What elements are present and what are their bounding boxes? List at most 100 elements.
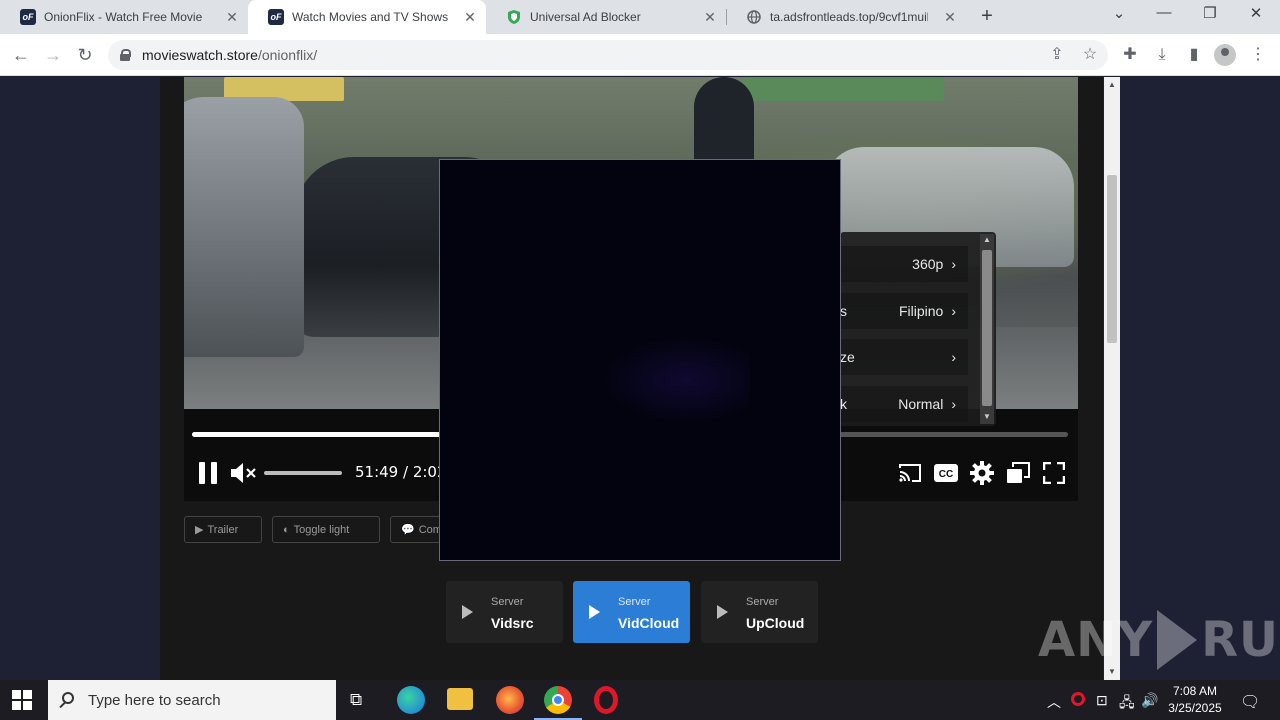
clock-time: 7:08 AM (1172, 684, 1218, 698)
share-icon[interactable]: ⇪ (1046, 44, 1068, 66)
settings-menu-scroll-thumb[interactable] (982, 250, 992, 406)
network-icon[interactable]: 🖧 (1119, 692, 1135, 716)
settings-quality-row[interactable]: 360p › (840, 246, 968, 282)
tab-ad-blocker[interactable]: Universal Ad Blocker ✕ (486, 0, 726, 34)
browser-toolbar: ← → ↻ movieswatch.store/onionflix/ ⇪ ☆ ✚… (0, 34, 1280, 76)
trailer-button[interactable]: ▶ Trailer (184, 516, 262, 543)
side-panel-icon[interactable]: ▮ (1183, 44, 1205, 66)
close-tab-icon[interactable]: ✕ (702, 9, 718, 26)
profile-avatar-icon[interactable] (1214, 44, 1236, 66)
url-path: /onionflix/ (257, 47, 318, 63)
watermark-play-icon (1157, 610, 1198, 670)
chevron-right-icon: › (951, 256, 956, 272)
video-scene-car (184, 97, 304, 357)
cast-icon[interactable] (897, 460, 923, 486)
server-name: VidCloud (618, 615, 680, 631)
menu-row-label: k (840, 396, 847, 412)
tray-device-icon[interactable]: ⊡ (1096, 692, 1108, 709)
search-icon (62, 692, 74, 704)
tab-search-icon[interactable]: ⌄ (1107, 4, 1131, 22)
server-name: UpCloud (746, 615, 805, 631)
chrome-icon[interactable] (534, 686, 582, 720)
toggle-light-button[interactable]: ◐ Toggle light (272, 516, 380, 543)
menu-row-value: Normal (898, 396, 944, 412)
address-bar[interactable]: movieswatch.store/onionflix/ (108, 40, 1108, 70)
close-tab-icon[interactable]: ✕ (942, 9, 958, 26)
youtube-icon: ▶ (195, 524, 204, 536)
volume-icon[interactable]: 🔊 (1141, 692, 1158, 709)
notifications-icon[interactable]: 🗨 (1240, 692, 1260, 712)
chevron-right-icon: › (951, 396, 956, 412)
onionflix-favicon-icon: oF (268, 9, 284, 25)
server-name: Vidsrc (491, 615, 534, 631)
trailer-label: Trailer (207, 523, 239, 536)
settings-playback-row[interactable]: k Normal › (840, 386, 968, 422)
taskbar-search-box[interactable]: Type here to search (48, 680, 336, 720)
close-window-icon[interactable]: ✕ (1244, 4, 1268, 22)
extensions-icon[interactable]: ✚ (1119, 44, 1141, 66)
fullscreen-icon[interactable] (1041, 460, 1067, 486)
tab-title: Universal Ad Blocker (530, 10, 641, 24)
watermark-left-text: ANY (1038, 612, 1154, 668)
page-right-gutter (1120, 77, 1280, 680)
server-option-upcloud[interactable]: Server UpCloud (701, 581, 818, 643)
muted-volume-icon[interactable] (230, 462, 258, 484)
ad-popup-overlay[interactable] (439, 159, 841, 561)
watermark-right-text: RUN (1201, 612, 1280, 668)
onionflix-favicon-icon: oF (20, 9, 36, 25)
menu-row-value: Filipino (898, 303, 944, 319)
forward-icon[interactable]: → (42, 44, 64, 66)
restore-icon[interactable]: ❐ (1198, 4, 1222, 22)
menu-row-label: ze (840, 349, 855, 365)
scroll-down-icon[interactable]: ▼ (983, 412, 991, 421)
volume-slider[interactable] (264, 471, 342, 475)
scroll-up-icon[interactable]: ▲ (1107, 80, 1117, 89)
reload-icon[interactable]: ↻ (74, 44, 96, 66)
windows-taskbar: Type here to search ⧉ ︿ ⊡ 🖧 🔊 7:08 AM 3/… (0, 680, 1280, 720)
new-tab-button[interactable]: + (977, 5, 997, 28)
pause-button[interactable] (198, 462, 218, 484)
tray-opera-icon[interactable] (1071, 692, 1085, 706)
minimize-icon[interactable]: — (1152, 4, 1176, 21)
page-scroll-thumb[interactable] (1107, 175, 1117, 343)
picture-in-picture-icon[interactable] (1005, 460, 1031, 486)
tray-overflow-chevron-icon[interactable]: ︿ (1047, 692, 1061, 712)
timecode: 51:49 / 2:02: (355, 463, 452, 481)
menu-row-label: s (840, 303, 847, 319)
scroll-up-icon[interactable]: ▲ (983, 235, 991, 244)
captions-icon[interactable]: CC (933, 460, 959, 486)
close-tab-icon[interactable]: ✕ (224, 9, 240, 26)
settings-menu-scrollbar[interactable]: ▲ ▼ (980, 234, 994, 424)
page-scrollbar[interactable]: ▲ ▼ (1104, 77, 1120, 680)
menu-kebab-icon[interactable]: ⋮ (1247, 44, 1269, 66)
bookmark-star-icon[interactable]: ☆ (1079, 44, 1101, 66)
edge-browser-icon[interactable] (397, 686, 425, 714)
server-caption: Server (746, 596, 779, 608)
firefox-icon[interactable] (496, 686, 524, 714)
tab-ad-redirect[interactable]: ta.adsfrontleads.top/9cvf1muibt ✕ (726, 0, 966, 34)
opera-icon[interactable] (594, 686, 618, 714)
settings-gear-icon[interactable] (969, 460, 995, 486)
server-option-vidcloud[interactable]: Server VidCloud (573, 581, 690, 643)
settings-font-size-row[interactable]: ze › (840, 339, 968, 375)
back-icon[interactable]: ← (10, 44, 32, 66)
lock-icon[interactable] (120, 49, 131, 61)
tab-onionflix-1[interactable]: oF OnionFlix - Watch Free Movies & ✕ (0, 0, 248, 34)
server-caption: Server (618, 596, 651, 608)
tab-title: ta.adsfrontleads.top/9cvf1muibt (770, 10, 928, 24)
close-tab-icon[interactable]: ✕ (462, 9, 478, 26)
clock-date: 3/25/2025 (1168, 701, 1222, 715)
taskbar-clock[interactable]: 7:08 AM 3/25/2025 (1160, 683, 1230, 717)
toggle-light-label: Toggle light (293, 523, 350, 536)
taskbar-search-placeholder: Type here to search (88, 691, 221, 709)
settings-subtitles-row[interactable]: s Filipino › (840, 293, 968, 329)
server-option-vidsrc[interactable]: Server Vidsrc (446, 581, 563, 643)
task-view-icon[interactable]: ⧉ (350, 690, 362, 710)
file-explorer-icon[interactable] (447, 688, 473, 710)
download-icon[interactable]: ⤓ (1151, 44, 1173, 66)
player-settings-menu[interactable]: 360p › s Filipino › ze › k Normal › ▲ ▼ (840, 232, 996, 426)
tab-onionflix-2[interactable]: oF Watch Movies and TV Shows On ✕ (248, 0, 486, 34)
ad-overlay-glow (590, 330, 750, 430)
windows-start-icon[interactable] (12, 690, 32, 710)
url-domain: movieswatch.store (142, 47, 258, 63)
